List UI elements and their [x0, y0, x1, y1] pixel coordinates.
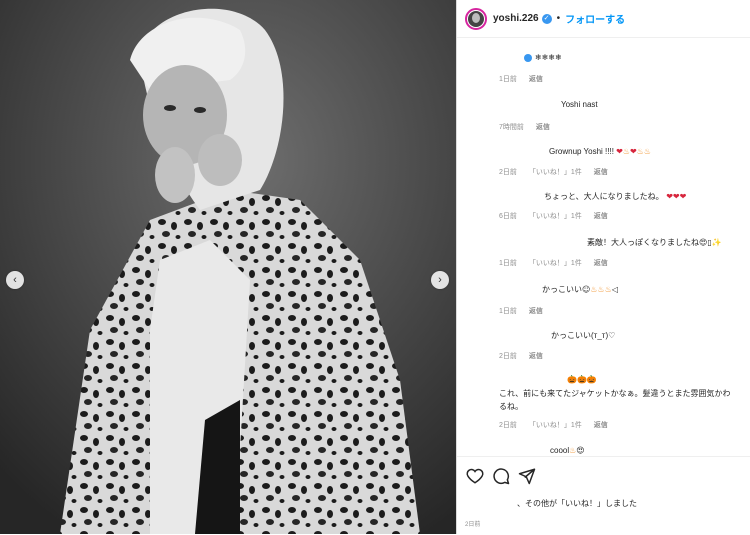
comments-list: ❄❄❄❄ 1日前 返信 Yoshi nast 7時間前 返信 Grownup Y… [457, 38, 750, 456]
follow-button[interactable]: フォローする [565, 11, 625, 26]
comment-likes[interactable]: 「いいね！」1件 [529, 422, 582, 429]
post-sidebar: yoshi.226 ✓ • フォローする ❄❄❄❄ 1日前 返信 Yoshi n… [456, 0, 750, 534]
comment-meta: 6日前 「いいね！」1件 返信 [499, 211, 618, 221]
emoji-hearts-fire: ❤♨❤♨♨ [616, 147, 652, 156]
reply-button[interactable]: 返信 [594, 169, 608, 176]
comment-text: かっこいい [542, 285, 582, 294]
reply-button[interactable]: 返信 [594, 213, 608, 220]
instagram-post-view: ‹ › yoshi.226 ✓ • フォローする ❄❄❄❄ 1日前 返信 Yos… [0, 0, 750, 534]
likes-summary: 、その他が「いいね！」しました [517, 499, 637, 508]
comment-text: coool [550, 446, 570, 455]
comment-time: 7時間前 [499, 124, 524, 131]
post-image [0, 0, 456, 534]
emoji-group: 🎃🎃🎃 [567, 375, 597, 384]
comment-meta: 1日前 返信 [499, 74, 553, 84]
username-link[interactable]: yoshi.226 [493, 13, 539, 24]
comment-time: 1日前 [499, 308, 517, 315]
post-photo: ‹ › [0, 0, 456, 534]
previous-image-button[interactable]: ‹ [6, 271, 24, 289]
reply-button[interactable]: 返信 [594, 422, 608, 429]
post-actions: 、その他が「いいね！」しました 2日前 [457, 456, 750, 535]
comment-time: 6日前 [499, 213, 517, 220]
comment-meta: 1日前 返信 [499, 306, 553, 316]
comment-likes[interactable]: 「いいね！」1件 [529, 169, 582, 176]
comment-icon[interactable] [492, 467, 510, 485]
comment-meta: 2日前 「いいね！」1件 返信 [499, 420, 618, 430]
comment-text: かっこいい(т_т)♡ [551, 331, 616, 340]
comment-text: 素敵！大人っぽくなりましたね [587, 238, 699, 247]
verified-badge-icon [524, 53, 532, 62]
comment-time: 2日前 [499, 422, 517, 429]
reply-button[interactable]: 返信 [536, 124, 550, 131]
comment-meta: 2日前 返信 [499, 351, 553, 361]
share-icon[interactable] [518, 467, 536, 485]
emoji-group: ♨😍 [569, 446, 585, 455]
emoji-group: 😍▯✨ [699, 238, 722, 247]
reply-button[interactable]: 返信 [529, 308, 543, 315]
comment-text: これ、前にも来てたジャケットかなぁ。髪違うとまた雰囲気かわるね。 [499, 389, 731, 411]
reply-button[interactable]: 返信 [529, 353, 543, 360]
heart-icon[interactable] [466, 467, 484, 485]
reply-button[interactable]: 返信 [529, 76, 543, 83]
next-image-button[interactable]: › [431, 271, 449, 289]
header-separator: • [556, 13, 561, 24]
comment-text: ❄❄❄❄ [535, 53, 562, 62]
reply-button[interactable]: 返信 [594, 260, 608, 267]
comment-meta: 7時間前 返信 [499, 122, 560, 132]
comment-meta: 2日前 「いいね！」1件 返信 [499, 167, 618, 177]
avatar[interactable] [465, 7, 487, 30]
verified-badge-icon: ✓ [541, 13, 552, 24]
emoji-group: ☺♨♨♨◁ [582, 285, 619, 294]
emoji-hearts: ❤❤❤ [663, 192, 687, 201]
comment-time: 1日前 [499, 76, 517, 83]
comment-time: 1日前 [499, 260, 517, 267]
comment-text: Grownup Yoshi !!!! [549, 147, 617, 156]
comment-time: 2日前 [499, 169, 517, 176]
comment-likes[interactable]: 「いいね！」1件 [529, 213, 582, 220]
post-timestamp: 2日前 [465, 522, 481, 528]
comment-likes[interactable]: 「いいね！」1件 [529, 260, 582, 267]
comment-text: ちょっと、大人になりましたね。 [544, 192, 664, 201]
comment-time: 2日前 [499, 353, 517, 360]
comment-meta: 1日前 「いいね！」1件 返信 [499, 258, 618, 268]
comment-text: Yoshi nast [561, 100, 598, 109]
post-header: yoshi.226 ✓ • フォローする [457, 0, 750, 38]
